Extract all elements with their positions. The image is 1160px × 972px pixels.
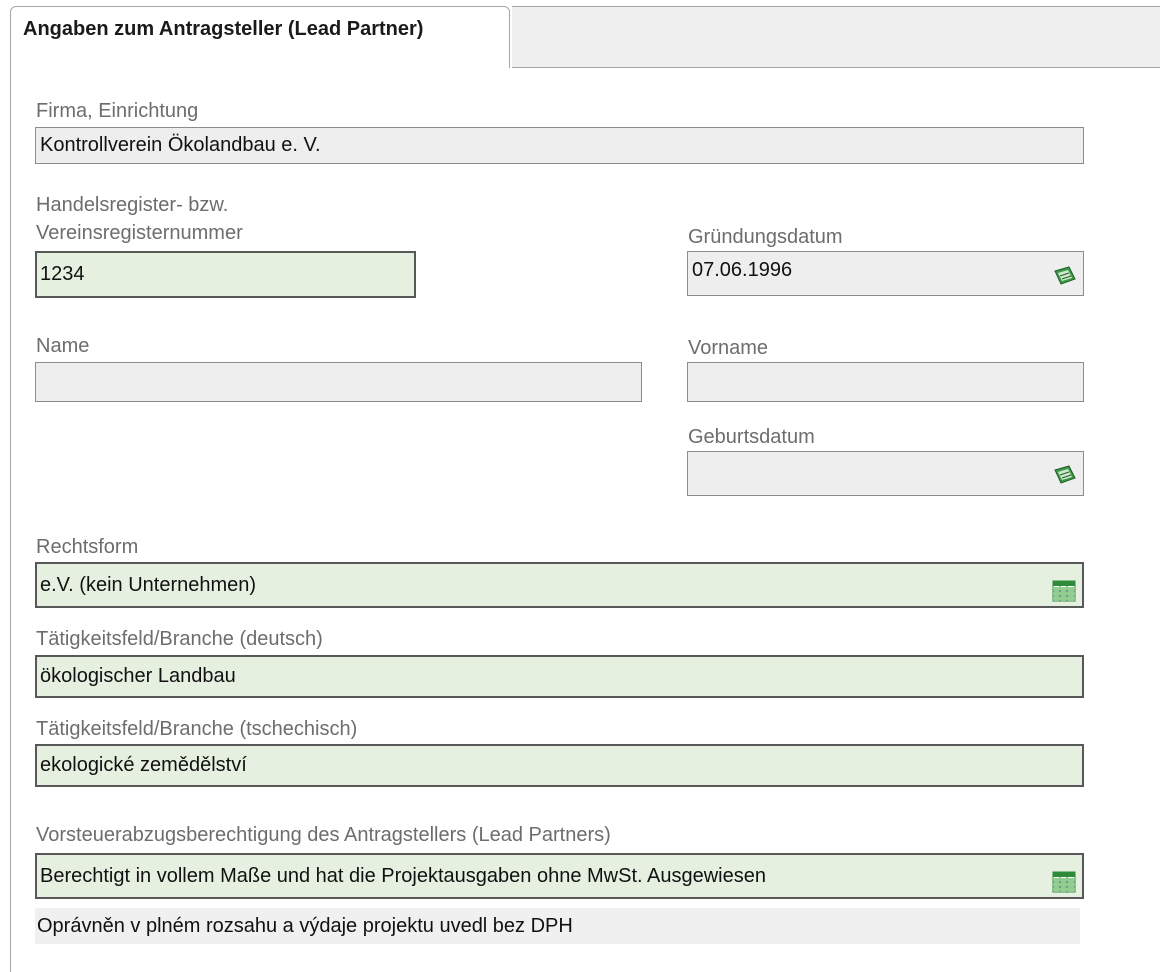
- vorsteuer-select[interactable]: Berechtigt in vollem Maße und hat die Pr…: [35, 853, 1084, 899]
- list-picker-icon[interactable]: [1052, 575, 1076, 602]
- calendar-icon[interactable]: [1053, 263, 1077, 285]
- gruendungsdatum-label: Gründungsdatum: [688, 226, 843, 248]
- vorsteuer-value: Berechtigt in vollem Maße und hat die Pr…: [40, 865, 766, 887]
- calendar-icon[interactable]: [1053, 463, 1077, 485]
- geburtsdatum-label: Geburtsdatum: [688, 426, 815, 448]
- tab-strip: Angaben zum Antragsteller (Lead Partner): [0, 0, 1160, 68]
- branche-tschechisch-label: Tätigkeitsfeld/Branche (tschechisch): [36, 718, 358, 740]
- branche-deutsch-label: Tätigkeitsfeld/Branche (deutsch): [36, 628, 323, 650]
- gruendungsdatum-value: 07.06.1996: [692, 259, 793, 281]
- geburtsdatum-field[interactable]: [687, 451, 1084, 496]
- vorsteuer-label: Vorsteuerabzugsberechtigung des Antragst…: [36, 824, 611, 846]
- vorname-field[interactable]: [687, 362, 1084, 402]
- rechtsform-select[interactable]: e.V. (kein Unternehmen): [35, 562, 1084, 608]
- tab-strip-background: [512, 6, 1160, 68]
- vorsteuer-translation: Oprávněn v plném rozsahu a výdaje projek…: [35, 908, 1080, 944]
- tab-antragsteller[interactable]: Angaben zum Antragsteller (Lead Partner): [10, 6, 510, 68]
- name-label: Name: [36, 335, 90, 357]
- register-number-input[interactable]: 1234: [35, 251, 416, 298]
- branche-tschechisch-input[interactable]: ekologické zemědělství: [35, 744, 1084, 787]
- gruendungsdatum-field[interactable]: 07.06.1996: [687, 251, 1084, 296]
- rechtsform-label: Rechtsform: [36, 536, 139, 558]
- list-picker-icon[interactable]: [1052, 866, 1076, 893]
- panel-border: [10, 66, 11, 972]
- firma-field[interactable]: Kontrollverein Ökolandbau e. V.: [35, 127, 1084, 164]
- firma-label: Firma, Einrichtung: [36, 100, 199, 122]
- rechtsform-value: e.V. (kein Unternehmen): [40, 574, 257, 596]
- register-label-line1: Handelsregister- bzw.: [36, 194, 229, 216]
- vorname-label: Vorname: [688, 337, 769, 359]
- branche-deutsch-input[interactable]: ökologischer Landbau: [35, 655, 1084, 698]
- register-label-line2: Vereinsregisternummer: [36, 222, 243, 244]
- name-field[interactable]: [35, 362, 642, 402]
